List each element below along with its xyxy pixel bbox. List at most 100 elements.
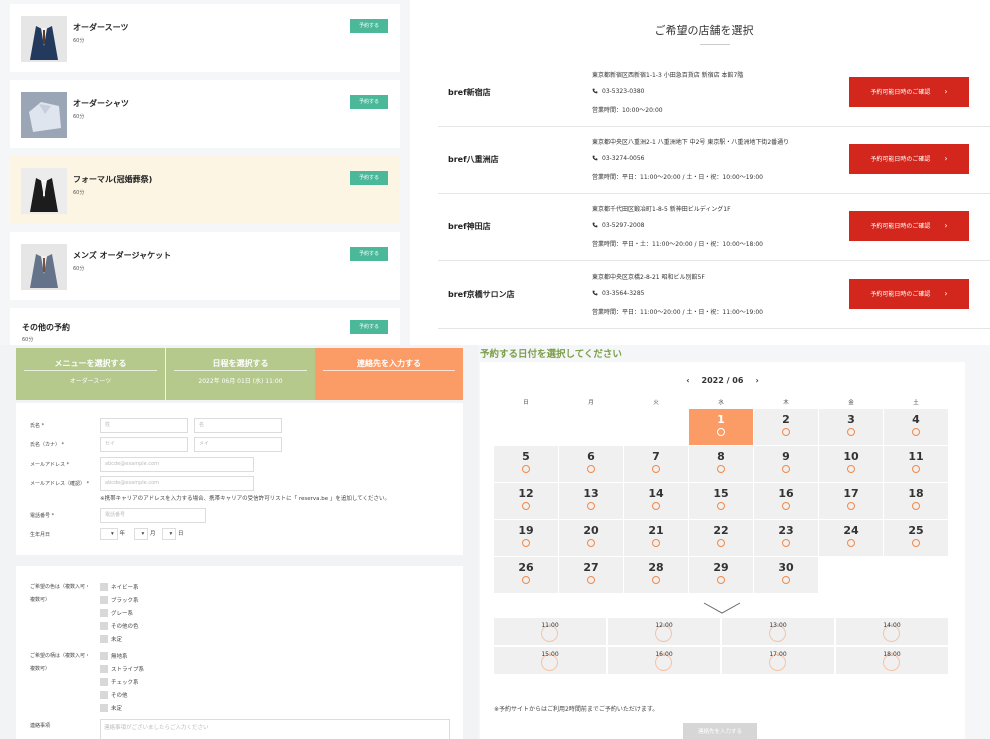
checkbox[interactable]	[100, 691, 108, 699]
birth-year-select[interactable]: ▾ 年	[100, 528, 125, 540]
checkbox[interactable]	[100, 583, 108, 591]
menu-item-order-jacket[interactable]: メンズ オーダージャケット 60分 予約する	[10, 232, 400, 300]
chevron-down-icon[interactable]	[702, 600, 742, 619]
checkbox[interactable]	[100, 652, 108, 660]
reserve-button[interactable]: 予約する	[350, 247, 388, 261]
time-label: 15:00	[541, 651, 559, 658]
calendar-day[interactable]: 22	[689, 520, 753, 556]
calendar-day[interactable]: 3	[819, 409, 883, 445]
last-name-input[interactable]: 姓	[100, 418, 188, 433]
color-option[interactable]: グレー系	[100, 609, 133, 617]
calendar-day[interactable]: 9	[754, 446, 818, 482]
checkbox[interactable]	[100, 635, 108, 643]
calendar-day[interactable]: 8	[689, 446, 753, 482]
calendar-day[interactable]: 25	[884, 520, 948, 556]
calendar-day[interactable]: 13	[559, 483, 623, 519]
check-availability-button[interactable]: 予約可能日時のご確認 ›	[849, 144, 969, 174]
reserve-button[interactable]: 予約する	[350, 171, 388, 185]
pattern-option[interactable]: チェック系	[100, 678, 139, 686]
calendar-day[interactable]: 17	[819, 483, 883, 519]
color-option[interactable]: 未定	[100, 635, 122, 643]
time-slot[interactable]: 16:00	[608, 647, 720, 674]
pattern-option[interactable]: 未定	[100, 704, 122, 712]
calendar-day[interactable]: 7	[624, 446, 688, 482]
menu-item-other[interactable]: その他の予約 60分 予約する	[10, 308, 400, 345]
store-phone: 03-5323-0380	[592, 88, 645, 95]
weekday-header: 金	[848, 400, 854, 406]
chevron-left-icon[interactable]: ‹	[686, 376, 689, 385]
calendar-day[interactable]: 10	[819, 446, 883, 482]
calendar-day[interactable]: 19	[494, 520, 558, 556]
first-name-input[interactable]: 名	[194, 418, 282, 433]
calendar-day[interactable]: 15	[689, 483, 753, 519]
step-select-menu[interactable]: メニューを選択する オーダースーツ	[16, 348, 165, 400]
email-input[interactable]: abcde@example.com	[100, 457, 254, 472]
calendar-day[interactable]: 20	[559, 520, 623, 556]
checkbox[interactable]	[100, 704, 108, 712]
time-slot[interactable]: 15:00	[494, 647, 606, 674]
step-select-date[interactable]: 日程を選択する 2022年 06月 01日 (水) 11:00	[166, 348, 315, 400]
checkbox[interactable]	[100, 622, 108, 630]
enter-contact-button[interactable]: 連絡先を入力する	[683, 723, 757, 739]
available-mark-icon	[847, 502, 855, 510]
calendar-day[interactable]: 11	[884, 446, 948, 482]
shirt-photo	[21, 92, 67, 138]
time-slot[interactable]: 12:00	[608, 618, 720, 645]
calendar-day[interactable]: 2	[754, 409, 818, 445]
birth-day-select[interactable]: ▾ 日	[162, 528, 184, 540]
calendar-day[interactable]: 16	[754, 483, 818, 519]
birth-month-select[interactable]: ▾ 月	[134, 528, 156, 540]
calendar-day[interactable]: 4	[884, 409, 948, 445]
time-slot[interactable]: 17:00	[722, 647, 834, 674]
available-mark-icon	[717, 502, 725, 510]
calendar-day[interactable]: 24	[819, 520, 883, 556]
checkbox[interactable]	[100, 665, 108, 673]
calendar-day[interactable]: 12	[494, 483, 558, 519]
menu-panel: オーダースーツ 60分 予約する オーダーシャツ 60分 予約する フォーマル(…	[0, 0, 410, 345]
calendar-day[interactable]: 27	[559, 557, 623, 593]
last-name-kana-input[interactable]: セイ	[100, 437, 188, 452]
chevron-right-icon[interactable]: ›	[755, 376, 758, 385]
checkbox[interactable]	[100, 596, 108, 604]
reserve-button[interactable]: 予約する	[350, 320, 388, 334]
time-slot[interactable]: 18:00	[836, 647, 948, 674]
check-availability-button[interactable]: 予約可能日時のご確認 ›	[849, 279, 969, 309]
calendar-day[interactable]: 28	[624, 557, 688, 593]
reserve-button[interactable]: 予約する	[350, 95, 388, 109]
available-mark-icon	[912, 465, 920, 473]
reserve-button[interactable]: 予約する	[350, 19, 388, 33]
menu-item-order-suit[interactable]: オーダースーツ 60分 予約する	[10, 4, 400, 72]
pattern-option[interactable]: ストライプ系	[100, 665, 144, 673]
email-confirm-input[interactable]: abcde@example.com	[100, 476, 254, 491]
check-availability-button[interactable]: 予約可能日時のご確認 ›	[849, 77, 969, 107]
color-option[interactable]: ブラック系	[100, 596, 139, 604]
available-mark-icon	[587, 465, 595, 473]
menu-item-order-shirt[interactable]: オーダーシャツ 60分 予約する	[10, 80, 400, 148]
check-availability-label: 予約可能日時のご確認	[870, 223, 931, 230]
calendar-day[interactable]: 21	[624, 520, 688, 556]
color-option[interactable]: ネイビー系	[100, 583, 139, 591]
notes-textarea[interactable]: 連絡事項がございましたらご入力ください	[100, 719, 450, 739]
calendar-day[interactable]: 23	[754, 520, 818, 556]
time-label: 14:00	[883, 622, 901, 629]
pattern-option[interactable]: その他	[100, 691, 128, 699]
calendar-day[interactable]: 26	[494, 557, 558, 593]
phone-input[interactable]: 電話番号	[100, 508, 206, 523]
calendar-day[interactable]: 14	[624, 483, 688, 519]
calendar-day[interactable]: 30	[754, 557, 818, 593]
time-slot[interactable]: 11:00	[494, 618, 606, 645]
time-slot[interactable]: 13:00	[722, 618, 834, 645]
calendar-day[interactable]: 5	[494, 446, 558, 482]
checkbox[interactable]	[100, 609, 108, 617]
checkbox[interactable]	[100, 678, 108, 686]
calendar-day[interactable]: 1	[689, 409, 753, 445]
calendar-day[interactable]: 18	[884, 483, 948, 519]
pattern-option[interactable]: 無地系	[100, 652, 128, 660]
calendar-day[interactable]: 29	[689, 557, 753, 593]
time-slot[interactable]: 14:00	[836, 618, 948, 645]
check-availability-button[interactable]: 予約可能日時のご確認 ›	[849, 211, 969, 241]
menu-item-formal[interactable]: フォーマル(冠婚葬祭) 60分 予約する	[10, 156, 400, 224]
color-option[interactable]: その他の色	[100, 622, 139, 630]
first-name-kana-input[interactable]: メイ	[194, 437, 282, 452]
calendar-day[interactable]: 6	[559, 446, 623, 482]
